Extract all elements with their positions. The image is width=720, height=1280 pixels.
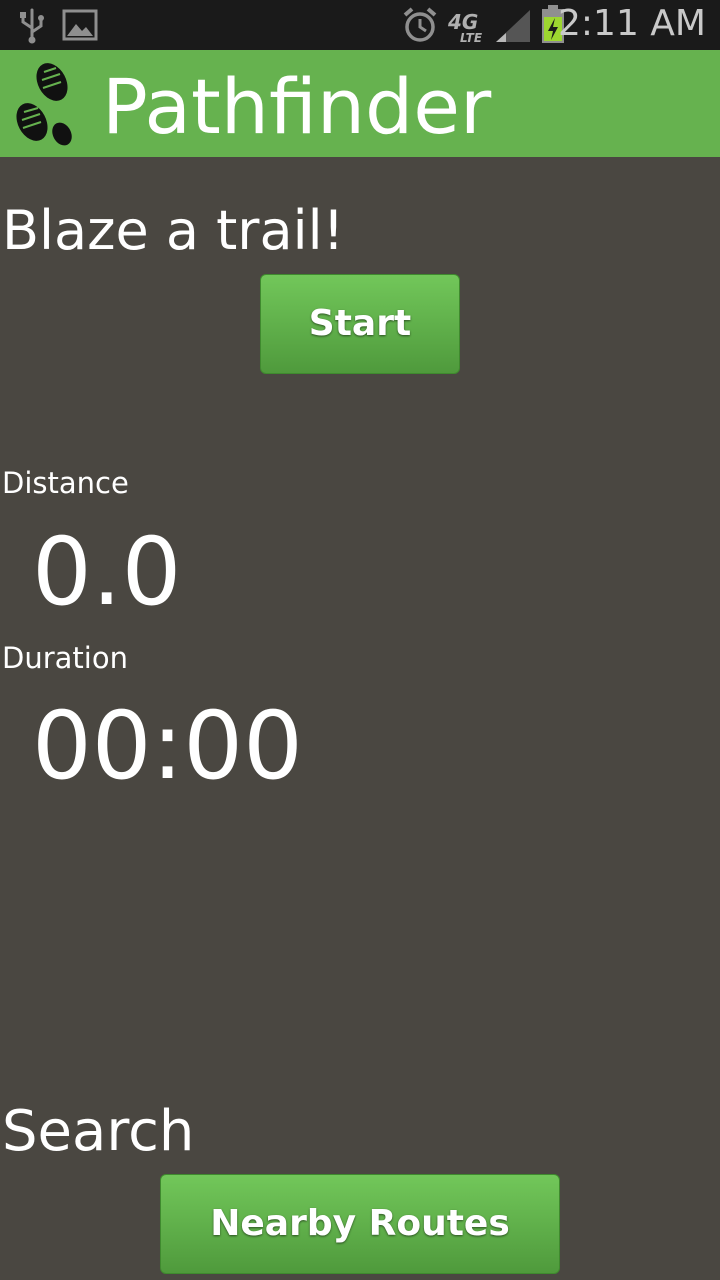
nearby-routes-button[interactable]: Nearby Routes xyxy=(160,1174,560,1274)
footprints-icon xyxy=(16,63,72,146)
lte-icon: 4G LTE xyxy=(447,10,483,44)
tracker-headline: Blaze a trail! xyxy=(2,199,345,262)
svg-text:LTE: LTE xyxy=(460,31,483,44)
usb-icon xyxy=(20,8,44,44)
action-bar: Pathfinder xyxy=(0,50,720,157)
search-headline: Search xyxy=(2,1099,195,1164)
distance-label: Distance xyxy=(2,466,129,500)
signal-icon xyxy=(496,10,530,42)
distance-value: 0.0 xyxy=(32,518,182,627)
status-bar: 4G LTE 2:11 AM xyxy=(0,0,720,50)
status-clock: 2:11 AM xyxy=(558,3,706,44)
alarm-icon xyxy=(403,7,437,42)
duration-label: Duration xyxy=(2,641,128,675)
gallery-icon xyxy=(62,9,98,41)
duration-value: 00:00 xyxy=(32,692,303,801)
start-button[interactable]: Start xyxy=(260,274,460,374)
app-title: Pathfinder xyxy=(102,62,492,151)
